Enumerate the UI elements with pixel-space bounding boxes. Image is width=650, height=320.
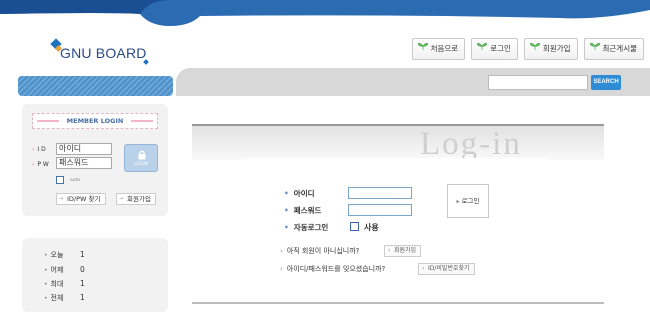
banner-deco-left bbox=[37, 120, 59, 122]
form-auto-checkbox[interactable] bbox=[350, 222, 359, 231]
member-login-banner: MEMBER LOGIN bbox=[32, 113, 158, 129]
form-auto-label: 자동로그인 bbox=[284, 222, 329, 233]
nav-recent-label: 최근게시물 bbox=[602, 44, 638, 53]
stat-value-yesterday: 0 bbox=[80, 265, 85, 274]
form-pw-label: 패스워드 bbox=[284, 205, 322, 216]
nav-join-button[interactable]: 회원가입 bbox=[523, 38, 578, 60]
stat-label-today: 오늘 bbox=[44, 250, 64, 260]
form-id-label: 아이디 bbox=[284, 188, 315, 199]
sprout-icon bbox=[529, 43, 540, 50]
not-member-question: 아직 회원이 아니십니까? bbox=[280, 246, 360, 256]
stat-value-total: 1 bbox=[80, 293, 85, 302]
id-input[interactable]: 아이디 bbox=[56, 143, 112, 155]
nav-login-label: 로그인 bbox=[490, 44, 511, 53]
main-header-gradient bbox=[192, 126, 604, 160]
form-use-label: 사용 bbox=[364, 223, 379, 232]
stat-value-max: 1 bbox=[80, 279, 85, 288]
login-button[interactable]: LOGIN bbox=[124, 144, 158, 172]
nav-join-label: 회원가입 bbox=[542, 44, 571, 53]
pw-input[interactable]: 패스워드 bbox=[56, 157, 112, 169]
search-input[interactable] bbox=[488, 75, 588, 90]
form-find-idpw-button[interactable]: ID/비밀번호찾기 bbox=[418, 263, 475, 275]
form-pw-input[interactable] bbox=[348, 204, 412, 216]
stat-value-today: 1 bbox=[80, 250, 85, 259]
visitor-stats-box: 오늘 1 어제 0 최대 1 전체 1 bbox=[22, 238, 168, 312]
id-label: I D bbox=[32, 146, 45, 153]
banner-deco-right bbox=[131, 120, 153, 122]
join-button[interactable]: 회원가입 bbox=[116, 193, 156, 205]
auto-login-checkbox[interactable] bbox=[56, 176, 64, 184]
pw-label: P W bbox=[32, 161, 48, 168]
main-login-area: Log-in 아이디 패스워드 자동로그인 사용 로그인 아직 회원이 아니십니… bbox=[192, 124, 604, 308]
forgot-question: 아이디/패스워드를 잊으셨습니까? bbox=[280, 264, 385, 274]
login-button-label: LOGIN bbox=[133, 162, 149, 167]
sprout-icon bbox=[477, 43, 488, 50]
top-wave-decoration bbox=[0, 0, 650, 26]
form-join-button[interactable]: 회원가입 bbox=[384, 245, 422, 257]
main-bottom-line bbox=[192, 302, 604, 304]
nav-login-button[interactable]: 로그인 bbox=[471, 38, 518, 60]
top-navigation: 처음으로 로그인 회원가입 최근게시물 bbox=[411, 38, 644, 60]
left-menu-bar bbox=[18, 76, 173, 96]
nav-home-button[interactable]: 처음으로 bbox=[411, 38, 466, 60]
sprout-icon bbox=[417, 43, 428, 50]
member-login-box: MEMBER LOGIN I D 아이디 P W 패스워드 LOGIN auto… bbox=[22, 104, 168, 216]
form-login-button[interactable]: 로그인 bbox=[447, 184, 489, 218]
nav-recent-button[interactable]: 최근게시물 bbox=[583, 38, 644, 60]
find-idpw-button[interactable]: ID/PW 찾기 bbox=[56, 193, 106, 205]
nav-home-label: 처음으로 bbox=[430, 44, 459, 53]
logo-text: GNU BOARD bbox=[60, 45, 147, 61]
stat-label-max: 최대 bbox=[44, 279, 64, 289]
member-login-title: MEMBER LOGIN bbox=[66, 117, 124, 125]
logo-tail-diamond-icon bbox=[143, 59, 149, 65]
lock-icon bbox=[138, 150, 146, 160]
stat-label-yesterday: 어제 bbox=[44, 265, 64, 275]
search-button[interactable]: SEARCH bbox=[591, 75, 621, 90]
stat-label-total: 전체 bbox=[44, 293, 64, 303]
sprout-icon bbox=[589, 43, 600, 50]
form-id-input[interactable] bbox=[348, 187, 412, 199]
login-form: 아이디 패스워드 자동로그인 사용 로그인 bbox=[246, 158, 548, 246]
auto-login-label: auto bbox=[70, 178, 81, 183]
